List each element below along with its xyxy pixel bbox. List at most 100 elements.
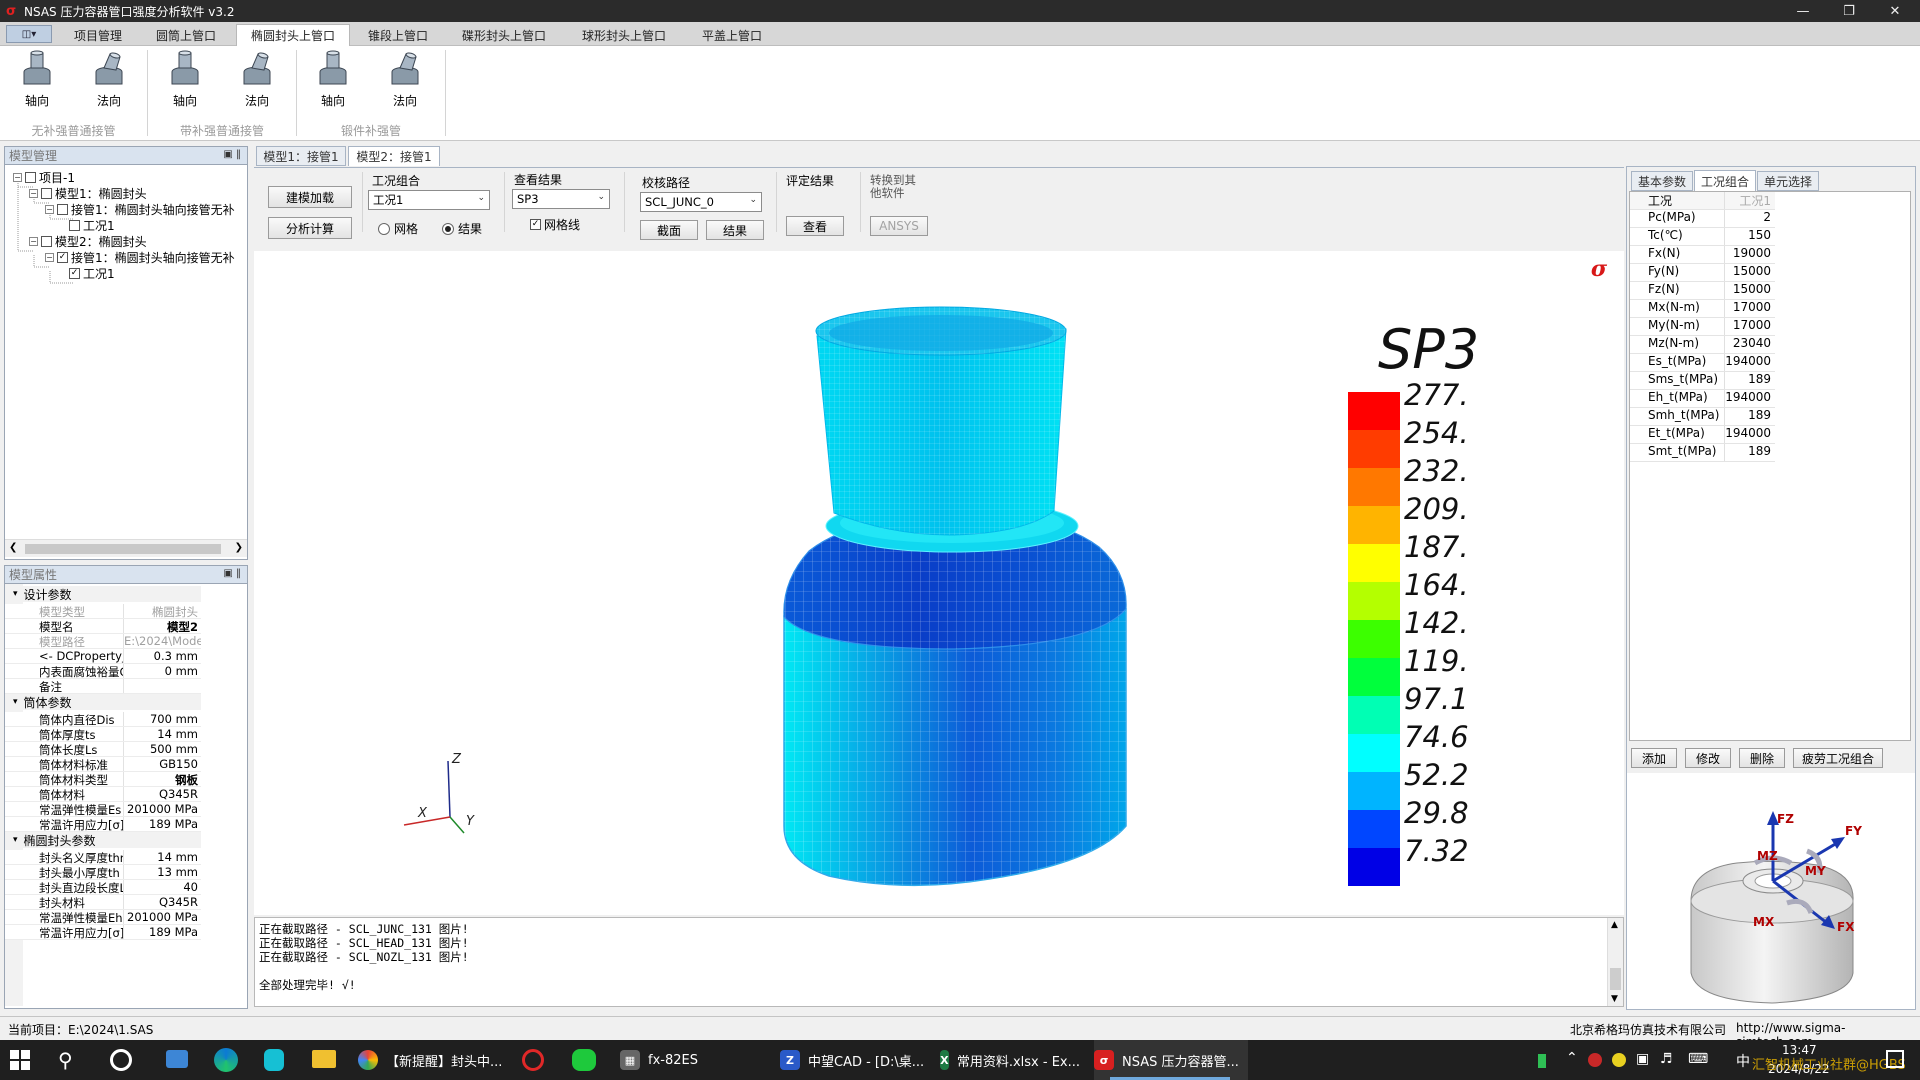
tray-app-icon[interactable] (1588, 1053, 1602, 1067)
property-value[interactable]: 189 MPa (123, 925, 201, 939)
ansys-export-button[interactable]: ANSYS (870, 216, 928, 236)
taskbar-app-nsas[interactable]: σ NSAS 压力容器管... (1094, 1040, 1248, 1080)
tree-checkbox[interactable] (57, 204, 68, 215)
tree-collapse-icon[interactable]: − (45, 253, 54, 262)
tree-item[interactable]: − 模型2：椭圆封头 (29, 233, 147, 250)
right-tab-basic[interactable]: 基本参数 (1631, 171, 1693, 191)
normal-nozzle-button-3[interactable]: 法向 (380, 50, 430, 110)
tree-collapse-icon[interactable]: − (13, 173, 22, 182)
property-row[interactable]: <- DCProperty_C10.3 mm (5, 649, 201, 664)
normal-nozzle-button-2[interactable]: 法向 (232, 50, 282, 110)
load-param-row[interactable]: Smh_t(MPa) 189 (1630, 408, 1775, 426)
network-icon[interactable]: ▣ (1636, 1051, 1649, 1067)
pin-icon[interactable]: ▣ ‖ (223, 149, 241, 160)
quick-access-menu-button[interactable]: ◫▾ (6, 25, 52, 43)
tree-checkbox[interactable] (69, 220, 80, 231)
load-param-value[interactable]: 15000 (1725, 282, 1775, 299)
property-row[interactable]: 筒体材料类型 钢板 (5, 772, 201, 787)
taskbar-app-zwcad[interactable]: Z 中望CAD - [D:\桌... (780, 1040, 930, 1080)
axial-nozzle-button-3[interactable]: 轴向 (308, 50, 358, 110)
taskbar-app-browser[interactable]: 【新提醒】封头中... (358, 1040, 504, 1080)
property-row[interactable]: 封头名义厚度thn 14 mm (5, 850, 201, 865)
axial-nozzle-button-2[interactable]: 轴向 (160, 50, 210, 110)
property-value[interactable]: 500 mm (123, 742, 201, 756)
load-param-value[interactable]: 194000 (1725, 354, 1775, 371)
load-param-row[interactable]: Smt_t(MPa) 189 (1630, 444, 1775, 462)
property-value[interactable]: 201000 MPa (123, 802, 201, 816)
property-row[interactable]: 内表面腐蚀裕量C20 mm (5, 664, 201, 679)
log-scrollbar[interactable]: ▲ ▼ (1607, 918, 1623, 1006)
load-param-row[interactable]: 工况 工况1 (1630, 192, 1775, 210)
property-value[interactable]: Q345R (123, 787, 201, 801)
tree-checkbox[interactable] (41, 188, 52, 199)
keyboard-icon[interactable]: ⌨ (1688, 1051, 1708, 1067)
doc-tab-model1[interactable]: 模型1：接管1 (256, 146, 346, 166)
notification-icon[interactable] (1886, 1050, 1904, 1068)
widgets-icon[interactable] (110, 1049, 132, 1071)
property-value[interactable]: E:\2024\Model_2 (123, 634, 201, 648)
view-result-select[interactable]: SP3 ⌄ (512, 189, 610, 209)
tree-checkbox[interactable]: ✓ (69, 268, 80, 279)
close-button[interactable]: ✕ (1872, 0, 1918, 22)
tree-checkbox[interactable] (25, 172, 36, 183)
property-value[interactable]: 13 mm (123, 865, 201, 879)
property-value[interactable]: 钢板 (123, 772, 201, 786)
path-result-button[interactable]: 结果 (706, 220, 764, 240)
property-value[interactable]: 模型2 (123, 619, 201, 633)
store-icon[interactable] (264, 1049, 284, 1071)
pin-icon[interactable]: ▣ ‖ (223, 568, 241, 579)
property-row[interactable]: 筒体内直径Dis 700 mm (5, 712, 201, 727)
minimize-button[interactable]: — (1780, 0, 1826, 22)
folder-icon[interactable] (312, 1050, 336, 1068)
load-param-row[interactable]: Fx(N) 19000 (1630, 246, 1775, 264)
netease-music-icon[interactable] (522, 1049, 544, 1071)
property-row[interactable]: 模型类型 椭圆封头 (5, 604, 201, 619)
property-row[interactable]: 常温许用应力[σ]s_189 MPa (5, 817, 201, 832)
property-value[interactable]: 0 mm (123, 664, 201, 678)
restore-button[interactable]: ❐ (1826, 0, 1872, 22)
property-row[interactable]: 筒体材料 Q345R (5, 787, 201, 802)
tree-hscrollbar[interactable]: ❮ ❯ (5, 539, 247, 557)
tree-collapse-icon[interactable]: − (45, 205, 54, 214)
view-evaluation-button[interactable]: 查看 (786, 216, 844, 236)
property-value[interactable]: 14 mm (123, 850, 201, 864)
load-param-row[interactable]: Sms_t(MPa) 189 (1630, 372, 1775, 390)
load-param-value[interactable]: 23040 (1725, 336, 1775, 353)
property-category-shell[interactable]: ▾ 筒体参数 (5, 694, 201, 710)
windows-start-icon[interactable] (10, 1050, 30, 1070)
wechat-icon[interactable] (572, 1049, 596, 1071)
search-icon[interactable]: ⚲ (58, 1048, 82, 1072)
property-value[interactable]: 189 MPa (123, 817, 201, 831)
load-param-row[interactable]: My(N-m) 17000 (1630, 318, 1775, 336)
gridline-checkbox[interactable]: ✓ 网格线 (530, 216, 580, 233)
right-tab-element-select[interactable]: 单元选择 (1757, 171, 1819, 191)
load-param-row[interactable]: Pc(MPa) 2 (1630, 210, 1775, 228)
load-param-value[interactable]: 189 (1725, 444, 1775, 461)
load-param-row[interactable]: Eh_t(MPa) 194000 (1630, 390, 1775, 408)
property-value[interactable]: 0.3 mm (123, 649, 201, 663)
load-param-value[interactable]: 189 (1725, 408, 1775, 425)
property-row[interactable]: 筒体长度Ls 500 mm (5, 742, 201, 757)
property-row[interactable]: 封头材料 Q345R (5, 895, 201, 910)
property-row[interactable]: 常温弹性模量Es 201000 MPa (5, 802, 201, 817)
axial-nozzle-button-1[interactable]: 轴向 (12, 50, 62, 110)
load-param-row[interactable]: Fz(N) 15000 (1630, 282, 1775, 300)
tree-item[interactable]: 工况1 (69, 217, 115, 234)
taskbar-app-calculator[interactable]: ▦ fx-82ES (620, 1040, 720, 1080)
tray-expand-icon[interactable]: ⌃ (1566, 1050, 1578, 1066)
add-case-button[interactable]: 添加 (1631, 748, 1677, 768)
tree-checkbox[interactable]: ✓ (57, 252, 68, 263)
load-param-value[interactable]: 2 (1725, 210, 1775, 227)
load-param-value[interactable]: 15000 (1725, 264, 1775, 281)
load-param-row[interactable]: Et_t(MPa) 194000 (1630, 426, 1775, 444)
taskbar-app-excel[interactable]: X 常用资料.xlsx - Ex... (940, 1040, 1080, 1080)
property-value[interactable] (123, 679, 201, 693)
tab-project[interactable]: 项目管理 (58, 24, 138, 46)
ime-indicator[interactable]: 中 (1736, 1051, 1750, 1071)
tab-cylinder-nozzle[interactable]: 圆筒上管口 (140, 24, 232, 46)
tray-app-icon[interactable] (1612, 1053, 1626, 1067)
radio-result[interactable]: 结果 (442, 220, 482, 237)
property-value[interactable]: 14 mm (123, 727, 201, 741)
build-load-button[interactable]: 建模加载 (268, 186, 352, 208)
load-param-value[interactable]: 19000 (1725, 246, 1775, 263)
